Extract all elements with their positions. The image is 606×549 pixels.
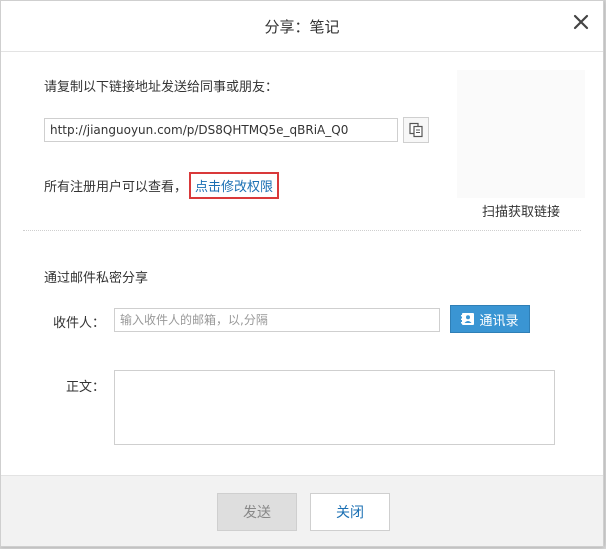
share-link-input[interactable] <box>44 118 398 142</box>
section-divider <box>23 230 581 231</box>
close-icon[interactable] <box>571 12 591 32</box>
dialog-title: 分享：笔记 <box>264 18 340 36</box>
close-icon-glyph <box>573 14 589 30</box>
email-share-heading: 通过邮件私密分享 <box>44 271 149 286</box>
dialog-footer: 发送 关闭 <box>1 475 603 546</box>
copy-link-button[interactable] <box>403 117 429 143</box>
share-dialog: 分享：笔记 请复制以下链接地址发送给同事或朋友： 所有注册用户可以查看， 点击修… <box>0 0 604 547</box>
contacts-button[interactable]: 通讯录 <box>450 305 530 333</box>
copy-icon <box>409 122 423 138</box>
modify-permission-link[interactable]: 点击修改权限 <box>189 172 280 199</box>
permission-text: 所有注册用户可以查看， <box>44 180 188 195</box>
qr-label: 扫描获取链接 <box>481 205 560 220</box>
copy-link-label: 请复制以下链接地址发送给同事或朋友： <box>44 80 279 95</box>
close-button[interactable]: 关闭 <box>310 493 390 531</box>
message-body-textarea[interactable] <box>114 370 555 445</box>
contacts-label: 通讯录 <box>479 313 519 329</box>
permission-line: 所有注册用户可以查看， 点击修改权限 <box>44 172 280 199</box>
qr-code <box>457 70 585 198</box>
dialog-header: 分享：笔记 <box>1 1 603 52</box>
send-button[interactable]: 发送 <box>217 493 297 531</box>
recipient-label: 收件人： <box>53 316 106 331</box>
address-book-icon <box>461 313 475 325</box>
recipient-input[interactable] <box>114 308 440 332</box>
body-label: 正文： <box>66 380 106 395</box>
